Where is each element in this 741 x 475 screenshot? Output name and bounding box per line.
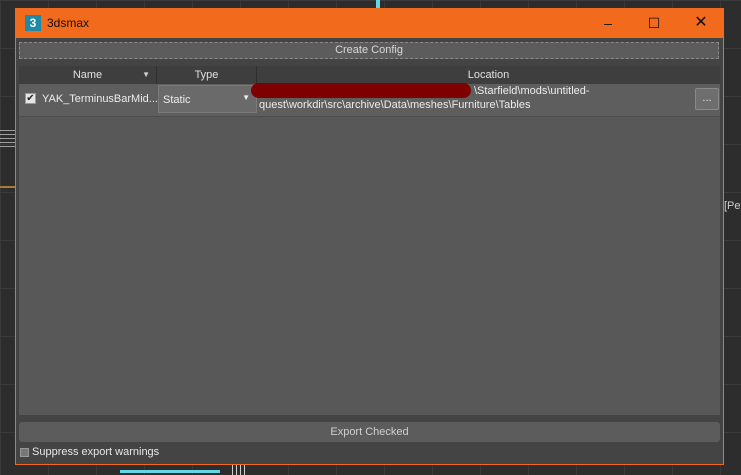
browse-button[interactable]: ... xyxy=(695,88,719,110)
column-header-location[interactable]: Location xyxy=(257,66,720,84)
timeline-highlight xyxy=(120,470,220,473)
suppress-warnings-checkbox[interactable] xyxy=(20,448,29,457)
table-row[interactable]: ✔ YAK_TerminusBarMid... Static ▼ \Starfi… xyxy=(19,83,720,117)
column-header-name-label: Name xyxy=(72,69,103,81)
minimize-button[interactable]: – xyxy=(585,8,631,38)
sort-down-icon: ▼ xyxy=(142,70,150,79)
viewport-edge-marker xyxy=(0,186,16,188)
row-location-line2: quest\workdir\src\archive\Data\meshes\Fu… xyxy=(259,99,531,111)
maximize-button[interactable]: ☐ xyxy=(631,8,677,38)
viewport-edge-lines xyxy=(0,130,16,148)
table-header: Name ▼ Type Location xyxy=(19,66,720,84)
column-header-type[interactable]: Type xyxy=(157,66,257,84)
export-table: Name ▼ Type Location ✔ YAK_TerminusBarMi… xyxy=(19,66,720,415)
3dsmax-app-icon: 3 xyxy=(25,15,41,31)
window-title: 3dsmax xyxy=(47,16,90,30)
column-header-name[interactable]: Name ▼ xyxy=(19,66,157,84)
row-checkbox[interactable]: ✔ xyxy=(25,93,36,104)
close-button[interactable]: ✕ xyxy=(678,8,724,38)
row-location-line1: \Starfield\mods\untitled- xyxy=(474,85,590,97)
dialog-body: Create Config Name ▼ Type Location ✔ YAK… xyxy=(16,38,723,464)
viewport-label: [Pe xyxy=(724,200,741,212)
create-config-button[interactable]: Create Config xyxy=(19,42,719,59)
chevron-down-icon: ▼ xyxy=(242,93,250,102)
viewport-highlight xyxy=(376,0,380,8)
export-dialog: 3 3dsmax – ☐ ✕ Create Config Name ▼ Type… xyxy=(15,8,724,465)
timeline-ticks xyxy=(232,465,246,475)
export-checked-button[interactable]: Export Checked xyxy=(19,422,720,442)
type-dropdown-value: Static xyxy=(163,94,191,106)
title-bar[interactable]: 3 3dsmax – ☐ ✕ xyxy=(15,8,724,38)
row-name: YAK_TerminusBarMid... xyxy=(42,93,158,105)
type-dropdown[interactable]: Static ▼ xyxy=(158,85,257,113)
suppress-warnings-label: Suppress export warnings xyxy=(32,446,160,458)
redaction-mark xyxy=(251,83,471,98)
